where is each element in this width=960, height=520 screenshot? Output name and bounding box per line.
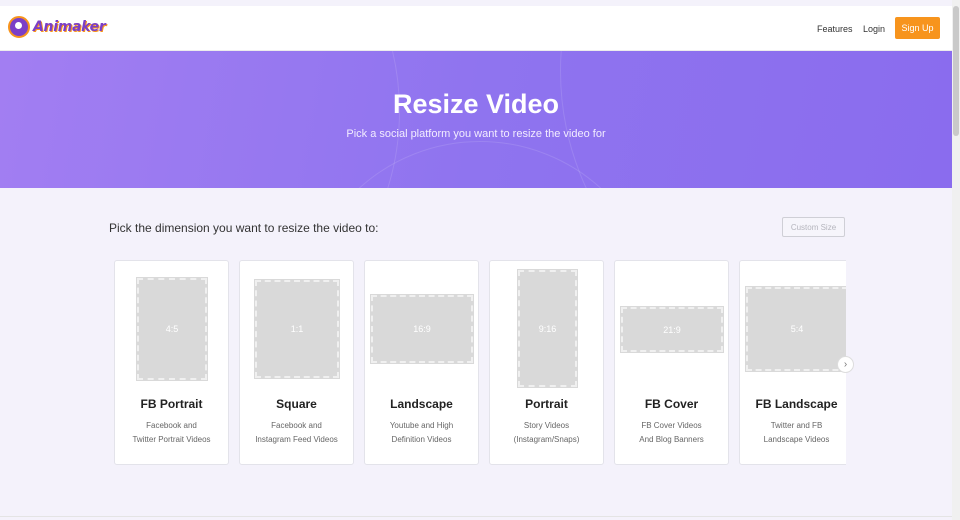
card-desc-line: Facebook and	[146, 421, 197, 430]
card-title: FB Portrait	[140, 397, 203, 411]
card-title: Landscape	[390, 397, 453, 411]
card-desc-line: And Blog Banners	[639, 435, 704, 444]
ratio-preview: 1:1	[254, 279, 340, 379]
divider	[0, 516, 952, 517]
carousel-next-button[interactable]: ›	[837, 356, 854, 373]
page-scrollbar[interactable]	[952, 0, 960, 520]
card-desc-line: Youtube and High	[389, 421, 454, 430]
card-description: Youtube and High Definition Videos	[365, 419, 478, 447]
dimension-card-fb-cover[interactable]: 21:9 FB Cover FB Cover Videos And Blog B…	[614, 260, 729, 465]
sign-up-button[interactable]: Sign Up	[895, 17, 940, 39]
chevron-right-icon: ›	[843, 359, 848, 370]
card-desc-line: FB Cover Videos	[641, 421, 702, 430]
card-description: Facebook and Instagram Feed Videos	[240, 419, 353, 447]
dimension-carousel: 4:5 FB Portrait Facebook and Twitter Por…	[114, 260, 846, 466]
card-title: FB Landscape	[755, 397, 838, 411]
card-description: Story Videos (Instagram/Snaps)	[490, 419, 603, 447]
card-title: Portrait	[525, 397, 568, 411]
card-description: Twitter and FB Landscape Videos	[740, 419, 846, 447]
nav-features-link[interactable]: Features	[817, 24, 853, 34]
dimension-card-square[interactable]: 1:1 Square Facebook and Instagram Feed V…	[239, 260, 354, 465]
dimension-card-fb-landscape[interactable]: 5:4 FB Landscape Twitter and FB Landscap…	[739, 260, 846, 465]
card-desc-line: Facebook and	[271, 421, 322, 430]
card-desc-line: Twitter and FB	[770, 421, 823, 430]
dimension-card-portrait[interactable]: 9:16 Portrait Story Videos (Instagram/Sn…	[489, 260, 604, 465]
logo-text: Animaker	[33, 19, 106, 35]
card-description: Facebook and Twitter Portrait Videos	[115, 419, 228, 447]
ratio-preview: 4:5	[136, 277, 208, 381]
ratio-preview: 5:4	[745, 286, 846, 372]
page-subtitle: Pick a social platform you want to resiz…	[346, 128, 606, 140]
scrollbar-thumb[interactable]	[953, 6, 959, 136]
ratio-preview: 9:16	[517, 269, 578, 388]
nav-login-link[interactable]: Login	[863, 24, 885, 34]
page-title: Resize Video	[392, 89, 560, 119]
site-header: Animaker Features Login Sign Up	[0, 6, 952, 51]
card-desc-line: Instagram Feed Videos	[255, 435, 338, 444]
dimension-card-fb-portrait[interactable]: 4:5 FB Portrait Facebook and Twitter Por…	[114, 260, 229, 465]
animaker-logo-icon	[8, 16, 30, 38]
dimension-card-landscape[interactable]: 16:9 Landscape Youtube and High Definiti…	[364, 260, 479, 465]
card-desc-line: (Instagram/Snaps)	[513, 435, 580, 444]
card-description: FB Cover Videos And Blog Banners	[615, 419, 728, 447]
card-title: FB Cover	[644, 397, 699, 411]
ratio-preview: 21:9	[620, 306, 724, 353]
card-title: Square	[276, 397, 317, 411]
animaker-logo[interactable]: Animaker	[8, 16, 106, 38]
card-desc-line: Story Videos	[523, 421, 570, 430]
dimension-prompt: Pick the dimension you want to resize th…	[109, 221, 379, 235]
card-desc-line: Landscape Videos	[763, 435, 830, 444]
hero-banner: Resize Video Pick a social platform you …	[0, 51, 952, 188]
card-desc-line: Twitter Portrait Videos	[132, 435, 211, 444]
ratio-preview: 16:9	[370, 294, 474, 364]
card-desc-line: Definition Videos	[391, 435, 452, 444]
custom-size-button[interactable]: Custom Size	[782, 217, 845, 237]
